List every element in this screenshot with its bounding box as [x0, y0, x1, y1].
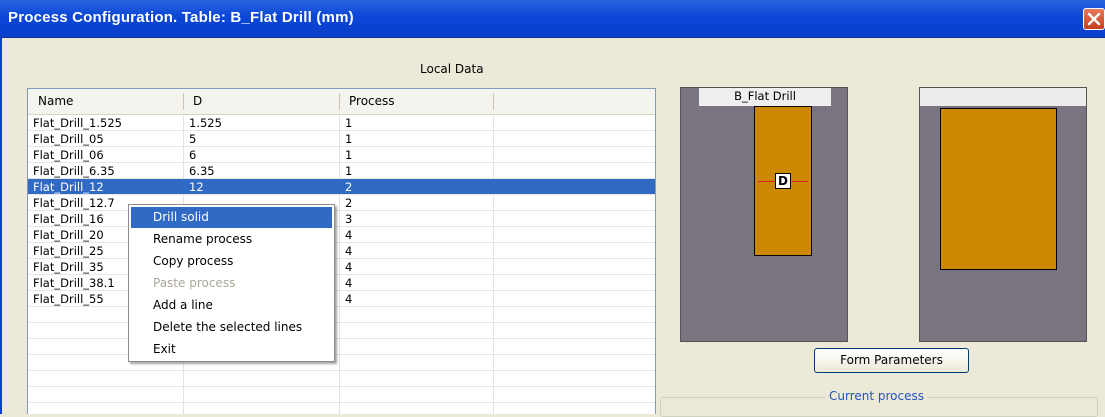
- form-parameters-button[interactable]: Form Parameters: [814, 348, 969, 373]
- table-row[interactable]: Flat_Drill_12.7 2: [28, 195, 655, 211]
- section-title: Local Data: [420, 62, 484, 76]
- table-row-selected[interactable]: Flat_Drill_12 12 2: [28, 179, 655, 195]
- cell-name: Flat_Drill_12: [33, 180, 104, 194]
- cell-name: Flat_Drill_06: [33, 148, 104, 162]
- cell-process: 4: [345, 228, 353, 242]
- cell-process: 4: [345, 276, 353, 290]
- cell-name: Flat_Drill_16: [33, 212, 104, 226]
- cell-process: 4: [345, 244, 353, 258]
- preview-label: [920, 88, 1086, 106]
- cell-name: Flat_Drill_6.35: [33, 164, 115, 178]
- cell-process: 1: [345, 116, 353, 130]
- menu-item-copy-process[interactable]: Copy process: [131, 251, 332, 272]
- cell-name: Flat_Drill_25: [33, 244, 104, 258]
- table-row-empty[interactable]: [28, 355, 655, 371]
- cell-name: Flat_Drill_20: [33, 228, 104, 242]
- menu-item-drill-solid[interactable]: Drill solid: [131, 207, 332, 228]
- column-header-process[interactable]: Process: [339, 89, 493, 114]
- table-row[interactable]: Flat_Drill_55 4: [28, 291, 655, 307]
- menu-item-rename-process[interactable]: Rename process: [131, 229, 332, 250]
- cell-process: 1: [345, 132, 353, 146]
- table-row-empty[interactable]: [28, 323, 655, 339]
- cell-name: Flat_Drill_12.7: [33, 196, 115, 210]
- preview-label: B_Flat Drill: [699, 88, 831, 106]
- table-row[interactable]: Flat_Drill_1.525 1.525 1: [28, 115, 655, 131]
- drill-body: [940, 108, 1057, 270]
- column-header-name[interactable]: Name: [28, 89, 183, 114]
- table-row-empty[interactable]: [28, 307, 655, 323]
- drill-side-preview: [919, 87, 1087, 342]
- menu-item-delete-lines[interactable]: Delete the selected lines: [131, 317, 332, 338]
- table-row[interactable]: Flat_Drill_38.1 4: [28, 275, 655, 291]
- cell-process: 4: [345, 292, 353, 306]
- table-row-empty[interactable]: [28, 339, 655, 355]
- dimension-label: D: [775, 173, 791, 189]
- close-icon: [1087, 12, 1101, 26]
- table-row-empty[interactable]: [28, 371, 655, 387]
- cell-process: 1: [345, 164, 353, 178]
- cell-process: 4: [345, 260, 353, 274]
- table-body: Flat_Drill_1.525 1.525 1 Flat_Drill_05 5…: [28, 115, 655, 403]
- cell-d: 5: [189, 132, 197, 146]
- table-row[interactable]: Flat_Drill_20 4: [28, 227, 655, 243]
- current-process-label: Current process: [826, 389, 927, 403]
- cell-process: 2: [345, 196, 353, 210]
- window-title: Process Configuration. Table: B_Flat Dri…: [8, 9, 354, 26]
- column-separator[interactable]: [493, 93, 494, 110]
- table-row[interactable]: Flat_Drill_16 3: [28, 211, 655, 227]
- cell-name: Flat_Drill_05: [33, 132, 104, 146]
- menu-item-paste-process[interactable]: Paste process: [131, 273, 332, 294]
- cell-d: 12: [189, 180, 204, 194]
- table-row[interactable]: Flat_Drill_05 5 1: [28, 131, 655, 147]
- cell-process: 1: [345, 148, 353, 162]
- table-row[interactable]: Flat_Drill_35 4: [28, 259, 655, 275]
- drill-front-preview: B_Flat Drill D: [680, 87, 848, 342]
- cell-process: 3: [345, 212, 353, 226]
- cell-d: 1.525: [189, 116, 222, 130]
- table-row[interactable]: Flat_Drill_25 4: [28, 243, 655, 259]
- title-bar[interactable]: Process Configuration. Table: B_Flat Dri…: [0, 0, 1105, 38]
- cell-d: 6: [189, 148, 197, 162]
- close-button[interactable]: [1083, 8, 1105, 30]
- table-row[interactable]: Flat_Drill_6.35 6.35 1: [28, 163, 655, 179]
- menu-item-add-line[interactable]: Add a line: [131, 295, 332, 316]
- column-header-d[interactable]: D: [183, 89, 339, 114]
- process-table[interactable]: Name D Process Flat_Drill_1.525 1.525 1 …: [27, 88, 656, 414]
- menu-item-exit[interactable]: Exit: [131, 339, 332, 360]
- table-row[interactable]: Flat_Drill_06 6 1: [28, 147, 655, 163]
- cell-name: Flat_Drill_38.1: [33, 276, 115, 290]
- cell-process: 2: [345, 180, 353, 194]
- cell-d: 6.35: [189, 164, 215, 178]
- cell-name: Flat_Drill_35: [33, 260, 104, 274]
- table-header: Name D Process: [28, 89, 655, 115]
- dimension-line: [792, 181, 808, 182]
- context-menu: Drill solid Rename process Copy process …: [128, 204, 335, 362]
- window-border: [0, 38, 2, 414]
- cell-name: Flat_Drill_1.525: [33, 116, 122, 130]
- table-row-empty[interactable]: [28, 387, 655, 403]
- cell-name: Flat_Drill_55: [33, 292, 104, 306]
